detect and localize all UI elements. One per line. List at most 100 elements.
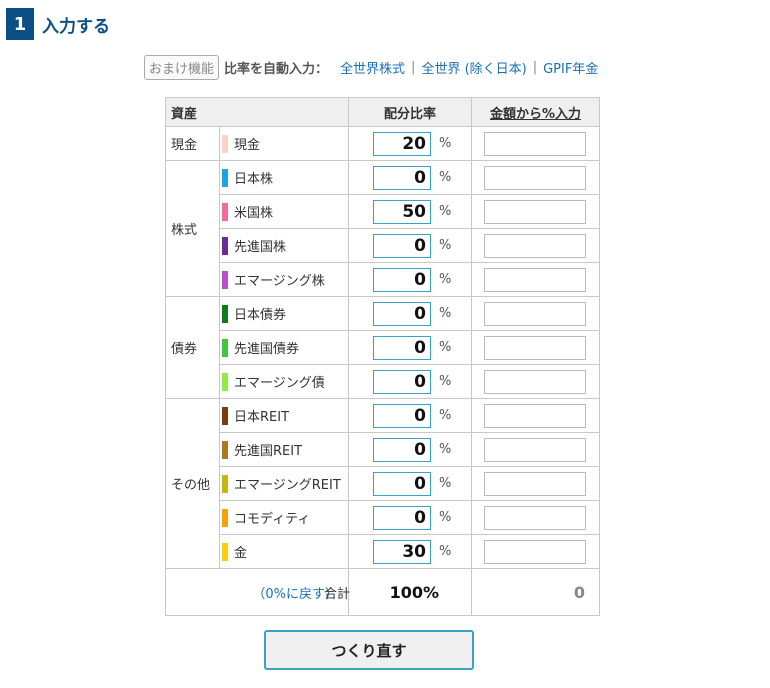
percent-unit: % <box>439 544 452 559</box>
col-header-ratio: 配分比率 <box>348 97 472 127</box>
amount-cell <box>471 262 600 297</box>
amount-input[interactable] <box>484 505 586 530</box>
amount-input[interactable] <box>484 471 586 496</box>
amount-input[interactable] <box>484 369 586 394</box>
ratio-input[interactable] <box>373 199 431 224</box>
ratio-input[interactable] <box>373 539 431 564</box>
col-header-asset: 資産 <box>165 97 349 127</box>
amount-cell <box>471 534 600 569</box>
step-title: 入力する <box>42 16 110 37</box>
table-row: 金% <box>166 534 600 569</box>
amount-cell <box>471 228 600 263</box>
table-header-row: 資産 配分比率 金額から%入力 <box>165 97 600 127</box>
percent-unit: % <box>439 374 452 389</box>
rebuild-button[interactable]: つくり直す <box>264 630 474 670</box>
col-header-amount[interactable]: 金額から%入力 <box>471 97 600 127</box>
amount-cell <box>471 160 600 195</box>
color-swatch <box>222 202 228 221</box>
color-swatch <box>222 168 228 187</box>
preset-link-gpif[interactable]: GPIF年金 <box>543 58 598 77</box>
color-swatch <box>222 134 228 153</box>
amount-cell <box>471 330 600 365</box>
amount-input[interactable] <box>484 335 586 360</box>
ratio-cell: % <box>348 398 472 433</box>
asset-cell: エマージング債 <box>219 364 349 399</box>
ratio-input[interactable] <box>373 335 431 360</box>
percent-unit: % <box>439 510 452 525</box>
separator: | <box>411 59 416 75</box>
ratio-cell: % <box>348 330 472 365</box>
table-row: 先進国REIT% <box>166 432 600 467</box>
amount-input[interactable] <box>484 233 586 258</box>
asset-cell: 日本債券 <box>219 296 349 331</box>
amount-cell <box>471 432 600 467</box>
table-row: 株式日本株% <box>165 160 600 297</box>
asset-cell: エマージング株 <box>219 262 349 297</box>
table-row: 先進国株% <box>166 228 600 263</box>
asset-label: コモディティ <box>234 512 311 527</box>
ratio-input[interactable] <box>373 505 431 530</box>
color-swatch <box>222 474 228 493</box>
amount-input[interactable] <box>484 301 586 326</box>
color-swatch <box>222 236 228 255</box>
asset-label: 金 <box>234 546 248 561</box>
table-row: エマージング株% <box>166 262 600 297</box>
amount-input[interactable] <box>484 539 586 564</box>
asset-cell: 先進国債券 <box>219 330 349 365</box>
percent-unit: % <box>439 442 452 457</box>
amount-input[interactable] <box>484 437 586 462</box>
amount-input[interactable] <box>484 403 586 428</box>
amount-total: 0 <box>573 582 585 602</box>
percent-unit: % <box>439 170 452 185</box>
amount-input[interactable] <box>484 267 586 292</box>
color-swatch <box>222 338 228 357</box>
asset-cell: 日本株 <box>219 160 349 195</box>
ratio-input[interactable] <box>373 437 431 462</box>
table-row: コモディティ% <box>166 500 600 535</box>
ratio-cell: % <box>348 500 472 535</box>
asset-label: エマージング債 <box>234 376 325 391</box>
ratio-cell: % <box>348 364 472 399</box>
total-value: 100% <box>389 582 439 602</box>
asset-label: 先進国REIT <box>234 444 303 459</box>
asset-label: 先進国株 <box>234 240 287 255</box>
color-swatch <box>222 508 228 527</box>
amount-input[interactable] <box>484 131 586 156</box>
percent-unit: % <box>439 136 452 151</box>
amount-input[interactable] <box>484 199 586 224</box>
group-label: その他 <box>165 398 220 569</box>
ratio-cell: % <box>348 296 472 331</box>
ratio-input[interactable] <box>373 267 431 292</box>
ratio-input[interactable] <box>373 165 431 190</box>
percent-unit: % <box>439 204 452 219</box>
total-label: 合計 <box>324 586 351 602</box>
auto-input-bar: おまけ機能 比率を自動入力： 全世界株式 | 全世界 (除く日本) | GPIF… <box>144 54 598 80</box>
percent-unit: % <box>439 306 452 321</box>
amount-cell <box>471 466 600 501</box>
ratio-cell: % <box>348 534 472 569</box>
ratio-cell: % <box>348 160 472 195</box>
preset-link-world-ex-japan[interactable]: 全世界 (除く日本) <box>421 58 526 77</box>
ratio-input[interactable] <box>373 233 431 258</box>
omake-badge: おまけ機能 <box>144 54 220 80</box>
percent-unit: % <box>439 272 452 287</box>
ratio-input[interactable] <box>373 403 431 428</box>
ratio-input[interactable] <box>373 301 431 326</box>
ratio-input[interactable] <box>373 131 431 156</box>
ratio-input[interactable] <box>373 471 431 496</box>
amount-cell <box>471 126 600 161</box>
amount-input[interactable] <box>484 165 586 190</box>
allocation-table: 資産 配分比率 金額から%入力 現金現金%株式日本株%米国株%先進国株%エマージ… <box>165 97 600 616</box>
ratio-input[interactable] <box>373 369 431 394</box>
percent-unit: % <box>439 238 452 253</box>
asset-cell: 現金 <box>219 126 349 161</box>
asset-cell: 先進国株 <box>219 228 349 263</box>
preset-link-world-stocks[interactable]: 全世界株式 <box>340 58 405 77</box>
asset-label: 日本株 <box>234 172 274 187</box>
asset-label: エマージングREIT <box>234 478 341 493</box>
table-row: 先進国債券% <box>166 330 600 365</box>
ratio-cell: % <box>348 432 472 467</box>
table-row: 米国株% <box>166 194 600 229</box>
table-row: その他日本REIT% <box>165 398 600 569</box>
asset-label: 現金 <box>234 138 261 153</box>
